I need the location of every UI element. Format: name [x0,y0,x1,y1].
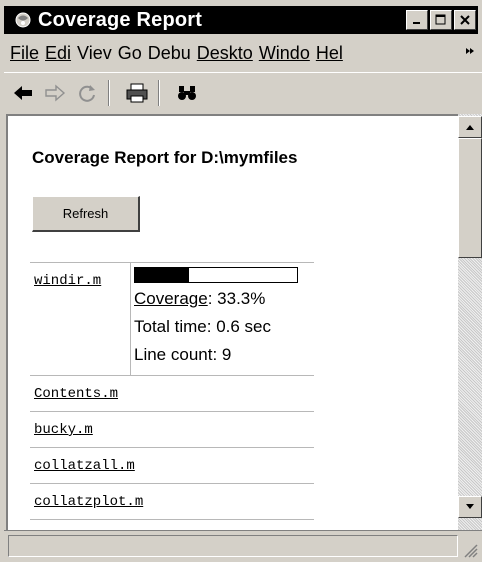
table-row: Contents.m [30,376,314,412]
coverage-value: : 33.3% [207,289,266,308]
table-row: windir.m Coverage: 33.3% Total time: 0.6… [30,262,314,376]
menu-desktop[interactable]: Deskto [197,43,253,64]
total-time-stat: Total time: 0.6 sec [134,317,272,336]
forward-arrow-icon[interactable] [42,80,68,106]
triangle-down-icon [466,504,474,509]
menu-debug[interactable]: Debu [148,43,191,64]
menu-window[interactable]: Windo [259,43,310,64]
print-icon[interactable] [124,80,150,106]
close-icon [460,15,470,25]
scrollbar-thumb[interactable] [458,138,482,258]
menu-go-label: Go [117,42,142,63]
coverage-bar [134,267,298,283]
table-row: collatzplot.m [30,484,314,520]
window-title: Coverage Report [38,8,203,31]
title-bar[interactable]: Coverage Report [4,6,478,34]
menu-help[interactable]: Hel [316,43,343,64]
app-icon [12,9,34,31]
file-link[interactable]: Contents.m [34,386,118,402]
file-table: windir.m Coverage: 33.3% Total time: 0.6… [30,262,314,520]
cell-divider [130,263,131,375]
file-link[interactable]: bucky.m [34,422,93,438]
file-link[interactable]: windir.m [34,273,101,289]
browser-window: Coverage Report File Edi Viev Go Debu De… [0,0,482,562]
file-link[interactable]: collatzall.m [34,458,135,474]
refresh-icon[interactable] [74,80,100,106]
menu-view[interactable]: Viev [77,43,112,64]
vertical-scrollbar[interactable] [458,114,482,544]
toolbar [4,72,482,112]
line-count-stat: Line count: 9 [134,345,232,364]
menu-desktop-label: Deskto [196,42,253,63]
menu-view-label: Viev [77,42,112,63]
menu-go[interactable]: Go [118,43,142,64]
maximize-icon [435,14,446,25]
scroll-up-button[interactable] [458,116,482,138]
menu-help-label: Hel [315,42,343,63]
coverage-stat: Coverage: 33.3% [134,289,265,309]
menu-edit-label: Edi [45,42,72,63]
table-row: collatzall.m [30,448,314,484]
report-heading: Coverage Report for D:\mymfiles [32,148,298,167]
status-bar [4,530,482,562]
toolbar-separator-2 [158,79,160,106]
scroll-down-button[interactable] [458,496,482,518]
table-row: bucky.m [30,412,314,448]
coverage-link[interactable]: Coverage [134,289,208,308]
back-arrow-icon[interactable] [10,80,36,106]
menu-overflow-button[interactable] [464,44,476,60]
triangle-up-icon [466,125,474,130]
chevron-right-icon [466,48,474,54]
coverage-bar-fill [135,268,189,282]
report-content: Coverage Report for D:\mymfiles Refresh … [6,114,458,530]
menu-window-label: Windo [258,42,310,63]
file-link[interactable]: collatzplot.m [34,494,143,510]
menu-file[interactable]: File [10,43,39,64]
resize-grip-icon[interactable] [462,542,478,558]
find-icon[interactable] [174,80,200,106]
menu-file-label: File [10,42,40,63]
menu-edit[interactable]: Edi [45,43,71,64]
minimize-button[interactable] [406,10,428,30]
close-button[interactable] [454,10,476,30]
refresh-button[interactable]: Refresh [32,196,140,232]
status-field [8,535,458,557]
minimize-icon [413,22,420,24]
menu-debug-label: Debu [147,42,191,63]
toolbar-separator [108,79,110,106]
maximize-button[interactable] [430,10,452,30]
menu-bar: File Edi Viev Go Debu Deskto Windo Hel [4,38,482,68]
